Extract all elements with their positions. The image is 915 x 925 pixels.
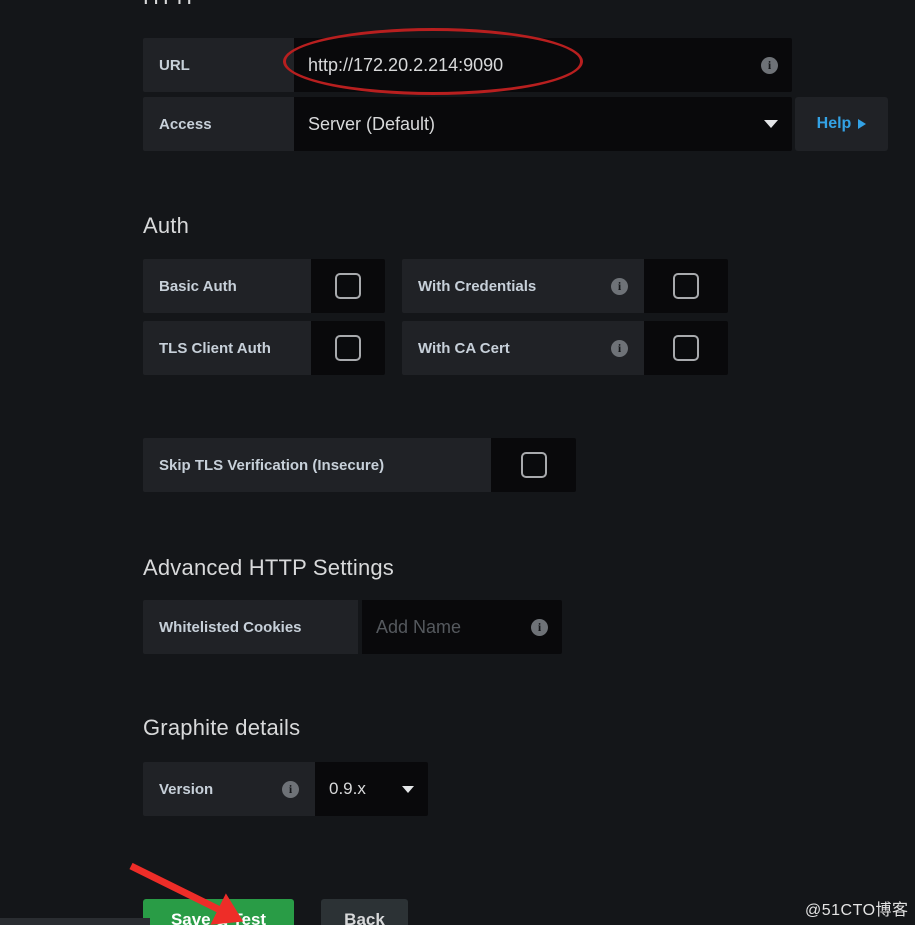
- version-select[interactable]: 0.9.x: [315, 762, 428, 816]
- info-icon[interactable]: i: [611, 277, 628, 295]
- help-button[interactable]: Help: [795, 97, 888, 151]
- grafana-datasource-settings-page: HTTP URL http://172.20.2.214:9090 i Acce…: [0, 0, 915, 925]
- access-select[interactable]: Server (Default): [294, 97, 792, 151]
- with-ca-cert-label-text: With CA Cert: [418, 339, 510, 357]
- basic-auth-label: Basic Auth: [143, 259, 311, 313]
- watermark: @51CTO博客: [805, 902, 909, 919]
- section-title-graphite: Graphite details: [143, 715, 301, 740]
- with-ca-cert-checkbox[interactable]: [673, 335, 699, 361]
- back-label: Back: [344, 910, 385, 925]
- access-label: Access: [143, 97, 294, 151]
- help-button-label: Help: [816, 115, 852, 132]
- basic-auth-row: Basic Auth: [143, 259, 385, 313]
- save-and-test-button[interactable]: Save & Test: [143, 899, 294, 925]
- info-icon[interactable]: i: [761, 56, 778, 74]
- with-credentials-label-text: With Credentials: [418, 277, 537, 295]
- with-credentials-label: With Credentials i: [402, 259, 644, 313]
- version-row: Version i 0.9.x: [143, 762, 428, 816]
- skip-tls-row: Skip TLS Verification (Insecure): [143, 438, 576, 492]
- url-label: URL: [143, 38, 294, 92]
- with-ca-cert-row: With CA Cert i: [402, 321, 728, 375]
- url-row: URL http://172.20.2.214:9090 i: [143, 38, 792, 92]
- tls-client-auth-checkbox-cell[interactable]: [311, 321, 385, 375]
- whitelisted-cookies-input[interactable]: Add Name i: [362, 600, 562, 654]
- with-credentials-checkbox-cell[interactable]: [644, 259, 728, 313]
- with-ca-cert-checkbox-cell[interactable]: [644, 321, 728, 375]
- whitelisted-cookies-row: Whitelisted Cookies Add Name i: [143, 600, 562, 654]
- skip-tls-checkbox[interactable]: [520, 452, 547, 478]
- whitelisted-cookies-label: Whitelisted Cookies: [143, 600, 358, 654]
- info-icon[interactable]: i: [611, 339, 628, 357]
- tls-client-auth-label: TLS Client Auth: [143, 321, 311, 375]
- version-select-value: 0.9.x: [329, 779, 366, 798]
- basic-auth-checkbox-cell[interactable]: [311, 259, 385, 313]
- skip-tls-label: Skip TLS Verification (Insecure): [143, 438, 491, 492]
- section-title-advanced: Advanced HTTP Settings: [143, 555, 395, 580]
- tls-client-auth-checkbox[interactable]: [335, 335, 361, 361]
- chevron-down-icon: [402, 785, 414, 793]
- with-credentials-row: With Credentials i: [402, 259, 728, 313]
- info-icon[interactable]: i: [282, 780, 299, 798]
- whitelisted-cookies-placeholder: Add Name: [376, 616, 462, 637]
- play-triangle-icon: [858, 119, 867, 129]
- section-title-http: HTTP: [143, 0, 201, 10]
- info-icon[interactable]: i: [531, 618, 548, 636]
- access-row: Access Server (Default): [143, 97, 792, 151]
- bottom-scroll-strip: [0, 918, 150, 925]
- url-input-value: http://172.20.2.214:9090: [308, 54, 504, 75]
- section-title-auth: Auth: [143, 213, 190, 238]
- with-credentials-checkbox[interactable]: [673, 273, 699, 299]
- with-ca-cert-label: With CA Cert i: [402, 321, 644, 375]
- url-input[interactable]: http://172.20.2.214:9090 i: [294, 38, 792, 92]
- save-and-test-label: Save & Test: [170, 910, 267, 925]
- access-select-value: Server (Default): [308, 113, 436, 134]
- version-label: Version i: [143, 762, 315, 816]
- tls-client-auth-row: TLS Client Auth: [143, 321, 385, 375]
- basic-auth-checkbox[interactable]: [335, 273, 361, 299]
- skip-tls-checkbox-cell[interactable]: [491, 438, 576, 492]
- chevron-down-icon: [764, 120, 778, 128]
- version-label-text: Version: [159, 780, 214, 798]
- back-button[interactable]: Back: [321, 899, 408, 925]
